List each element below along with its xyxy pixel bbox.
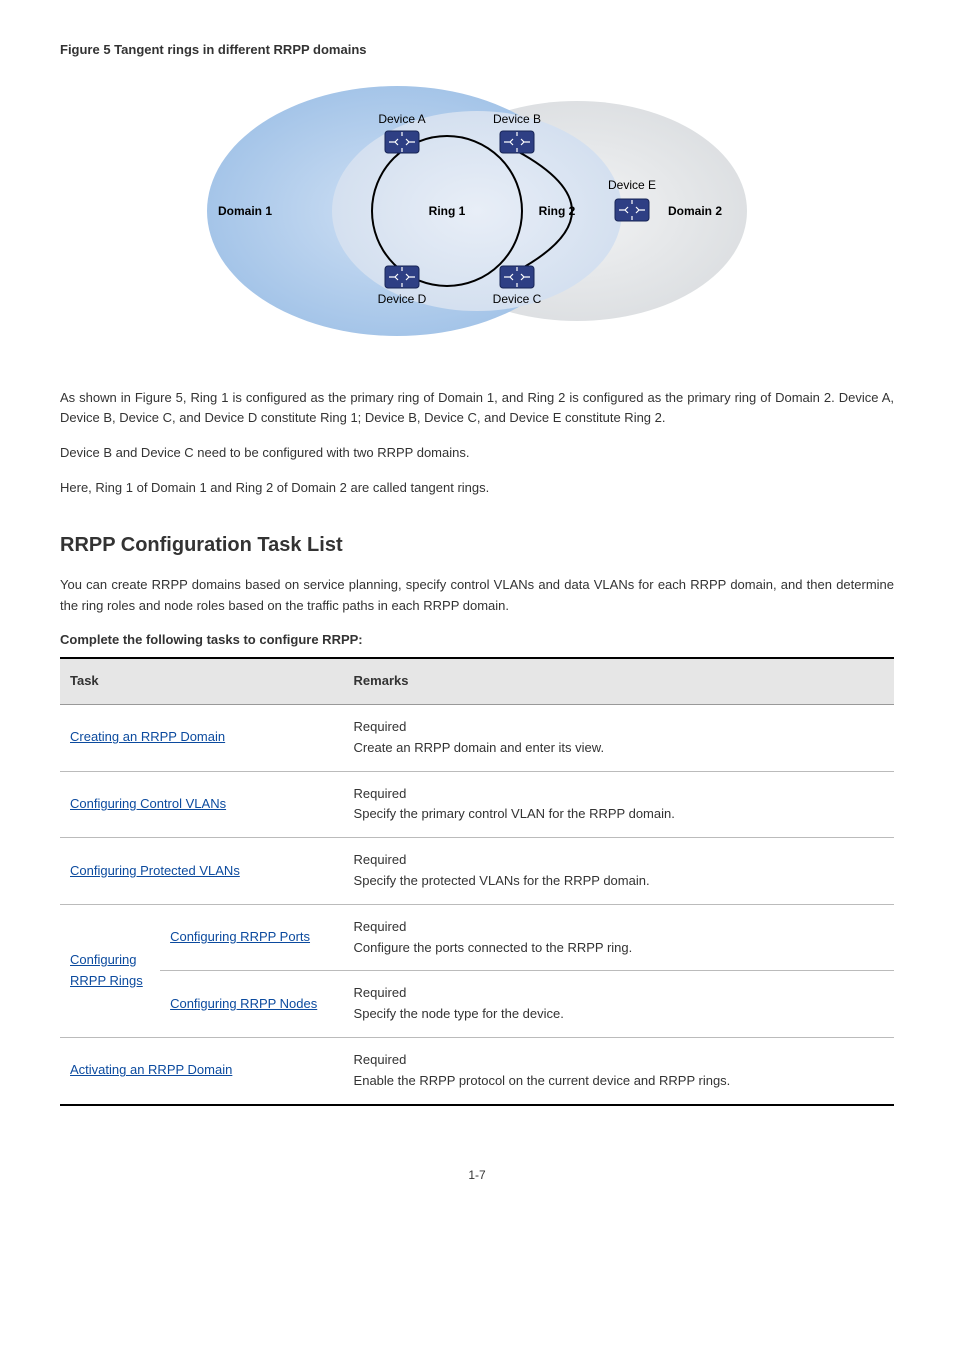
ring1-label: Ring 1 bbox=[429, 204, 466, 218]
table-row: Creating an RRPP Domain Required Create … bbox=[60, 704, 894, 771]
figure-caption: Figure 5 Tangent rings in different RRPP… bbox=[60, 40, 894, 61]
domain2-label: Domain 2 bbox=[668, 204, 722, 218]
remarks-cell: Required Create an RRPP domain and enter… bbox=[344, 704, 894, 771]
domain1-label: Domain 1 bbox=[218, 204, 272, 218]
device-a-icon bbox=[385, 131, 419, 153]
col-remarks: Remarks bbox=[344, 658, 894, 704]
paragraph-1: As shown in Figure 5, Ring 1 is configur… bbox=[60, 388, 894, 430]
col-task: Task bbox=[60, 658, 344, 704]
paragraph-3: Here, Ring 1 of Domain 1 and Ring 2 of D… bbox=[60, 478, 894, 499]
task-sublink[interactable]: Configuring RRPP Ports bbox=[170, 929, 310, 944]
device-b-icon bbox=[500, 131, 534, 153]
paragraph-4: You can create RRPP domains based on ser… bbox=[60, 575, 894, 617]
device-e-label: Device E bbox=[608, 178, 656, 192]
remarks-cell: Required Enable the RRPP protocol on the… bbox=[344, 1037, 894, 1104]
task-link[interactable]: Activating an RRPP Domain bbox=[70, 1062, 232, 1077]
table-row: Configuring RRPP Rings Configuring RRPP … bbox=[60, 904, 894, 971]
task-group-link[interactable]: Configuring RRPP Rings bbox=[70, 952, 143, 988]
task-link[interactable]: Creating an RRPP Domain bbox=[70, 729, 225, 744]
table-row: Activating an RRPP Domain Required Enabl… bbox=[60, 1037, 894, 1104]
device-b-label: Device B bbox=[493, 112, 541, 126]
page-number: 1-7 bbox=[60, 1166, 894, 1185]
remarks-cell: Required Specify the node type for the d… bbox=[344, 971, 894, 1038]
table-row: Configuring Control VLANs Required Speci… bbox=[60, 771, 894, 838]
table-header-row: Task Remarks bbox=[60, 658, 894, 704]
device-a-label: Device A bbox=[378, 112, 425, 126]
tasks-table: Task Remarks Creating an RRPP Domain Req… bbox=[60, 657, 894, 1105]
ring2-label: Ring 2 bbox=[539, 204, 576, 218]
remarks-cell: Required Configure the ports connected t… bbox=[344, 904, 894, 971]
task-link[interactable]: Configuring Protected VLANs bbox=[70, 863, 240, 878]
device-d-icon bbox=[385, 266, 419, 288]
table-caption: Complete the following tasks to configur… bbox=[60, 630, 894, 651]
task-link[interactable]: Configuring Control VLANs bbox=[70, 796, 226, 811]
diagram-svg: Device A Device B Device C Device D Devi… bbox=[197, 71, 757, 351]
table-row: Configuring Protected VLANs Required Spe… bbox=[60, 838, 894, 905]
section-title: RRPP Configuration Task List bbox=[60, 529, 894, 561]
device-c-icon bbox=[500, 266, 534, 288]
figure-container: Device A Device B Device C Device D Devi… bbox=[60, 71, 894, 358]
remarks-cell: Required Specify the primary control VLA… bbox=[344, 771, 894, 838]
table-row: Configuring RRPP Nodes Required Specify … bbox=[60, 971, 894, 1038]
device-e-icon bbox=[615, 199, 649, 221]
task-sublink[interactable]: Configuring RRPP Nodes bbox=[170, 996, 317, 1011]
paragraph-2: Device B and Device C need to be configu… bbox=[60, 443, 894, 464]
device-d-label: Device D bbox=[378, 292, 427, 306]
device-c-label: Device C bbox=[493, 292, 542, 306]
remarks-cell: Required Specify the protected VLANs for… bbox=[344, 838, 894, 905]
